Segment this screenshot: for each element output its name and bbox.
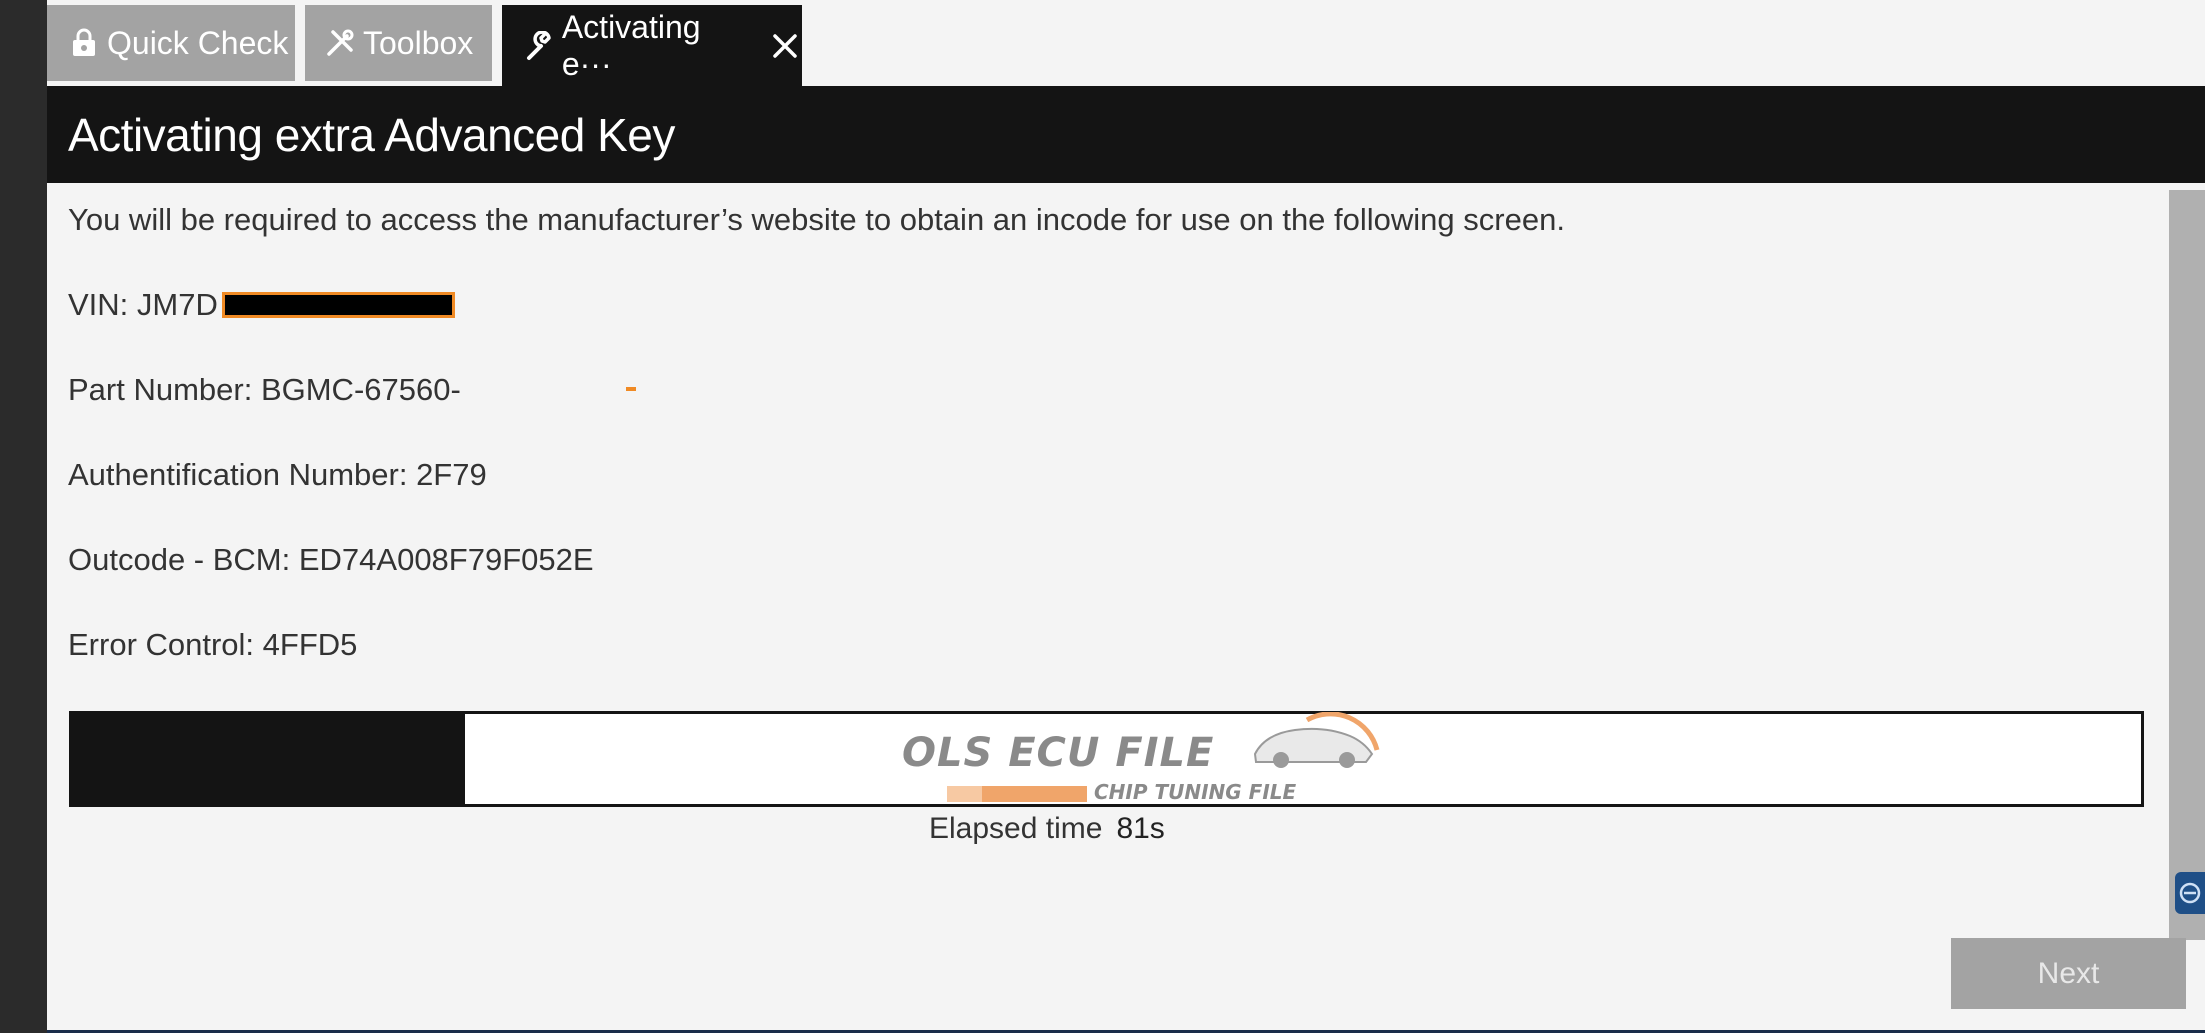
page-title: Activating extra Advanced Key bbox=[68, 109, 675, 161]
tab-label: Quick Check bbox=[107, 24, 289, 61]
elapsed-label: Elapsed time bbox=[929, 812, 1103, 845]
page-header: Activating extra Advanced Key bbox=[47, 86, 2205, 183]
app-window: Quick Check Toolbox Activating e··· Acti… bbox=[47, 0, 2205, 1033]
part-number-field: Part Number: BGMC-67560- bbox=[68, 372, 461, 407]
scrollbar[interactable] bbox=[2169, 190, 2205, 940]
intro-text: You will be required to access the manuf… bbox=[68, 202, 1565, 237]
tab-label: Activating e··· bbox=[561, 8, 701, 82]
progress-fill bbox=[72, 714, 466, 804]
progress-bar bbox=[69, 711, 2144, 807]
remote-support-icon[interactable] bbox=[2175, 872, 2205, 914]
redaction-mark bbox=[626, 387, 636, 391]
authentification-number-field: Authentification Number: 2F79 bbox=[68, 457, 487, 492]
vin-field: VIN: JM7D bbox=[68, 287, 218, 322]
close-icon[interactable] bbox=[768, 29, 802, 63]
next-button[interactable]: Next bbox=[1951, 938, 2186, 1009]
tab-toolbox[interactable]: Toolbox bbox=[305, 5, 492, 81]
lock-icon bbox=[67, 26, 101, 60]
redaction-box bbox=[221, 292, 455, 318]
vin-row: VIN: JM7D bbox=[68, 287, 455, 323]
wrench-icon bbox=[522, 29, 556, 63]
outcode-bcm-field: Outcode - BCM: ED74A008F79F052E bbox=[68, 542, 594, 577]
elapsed-value: 81s bbox=[1116, 812, 1165, 845]
tab-activating-extra-key[interactable]: Activating e··· bbox=[502, 5, 802, 86]
tab-quick-check[interactable]: Quick Check bbox=[47, 5, 295, 81]
tools-icon bbox=[323, 26, 357, 60]
error-control-field: Error Control: 4FFD5 bbox=[68, 627, 358, 662]
elapsed-time: Elapsed time 81s bbox=[929, 812, 1165, 846]
tab-bar: Quick Check Toolbox Activating e··· bbox=[47, 0, 2205, 86]
left-window-edge bbox=[0, 0, 47, 1033]
tab-label: Toolbox bbox=[363, 24, 474, 61]
